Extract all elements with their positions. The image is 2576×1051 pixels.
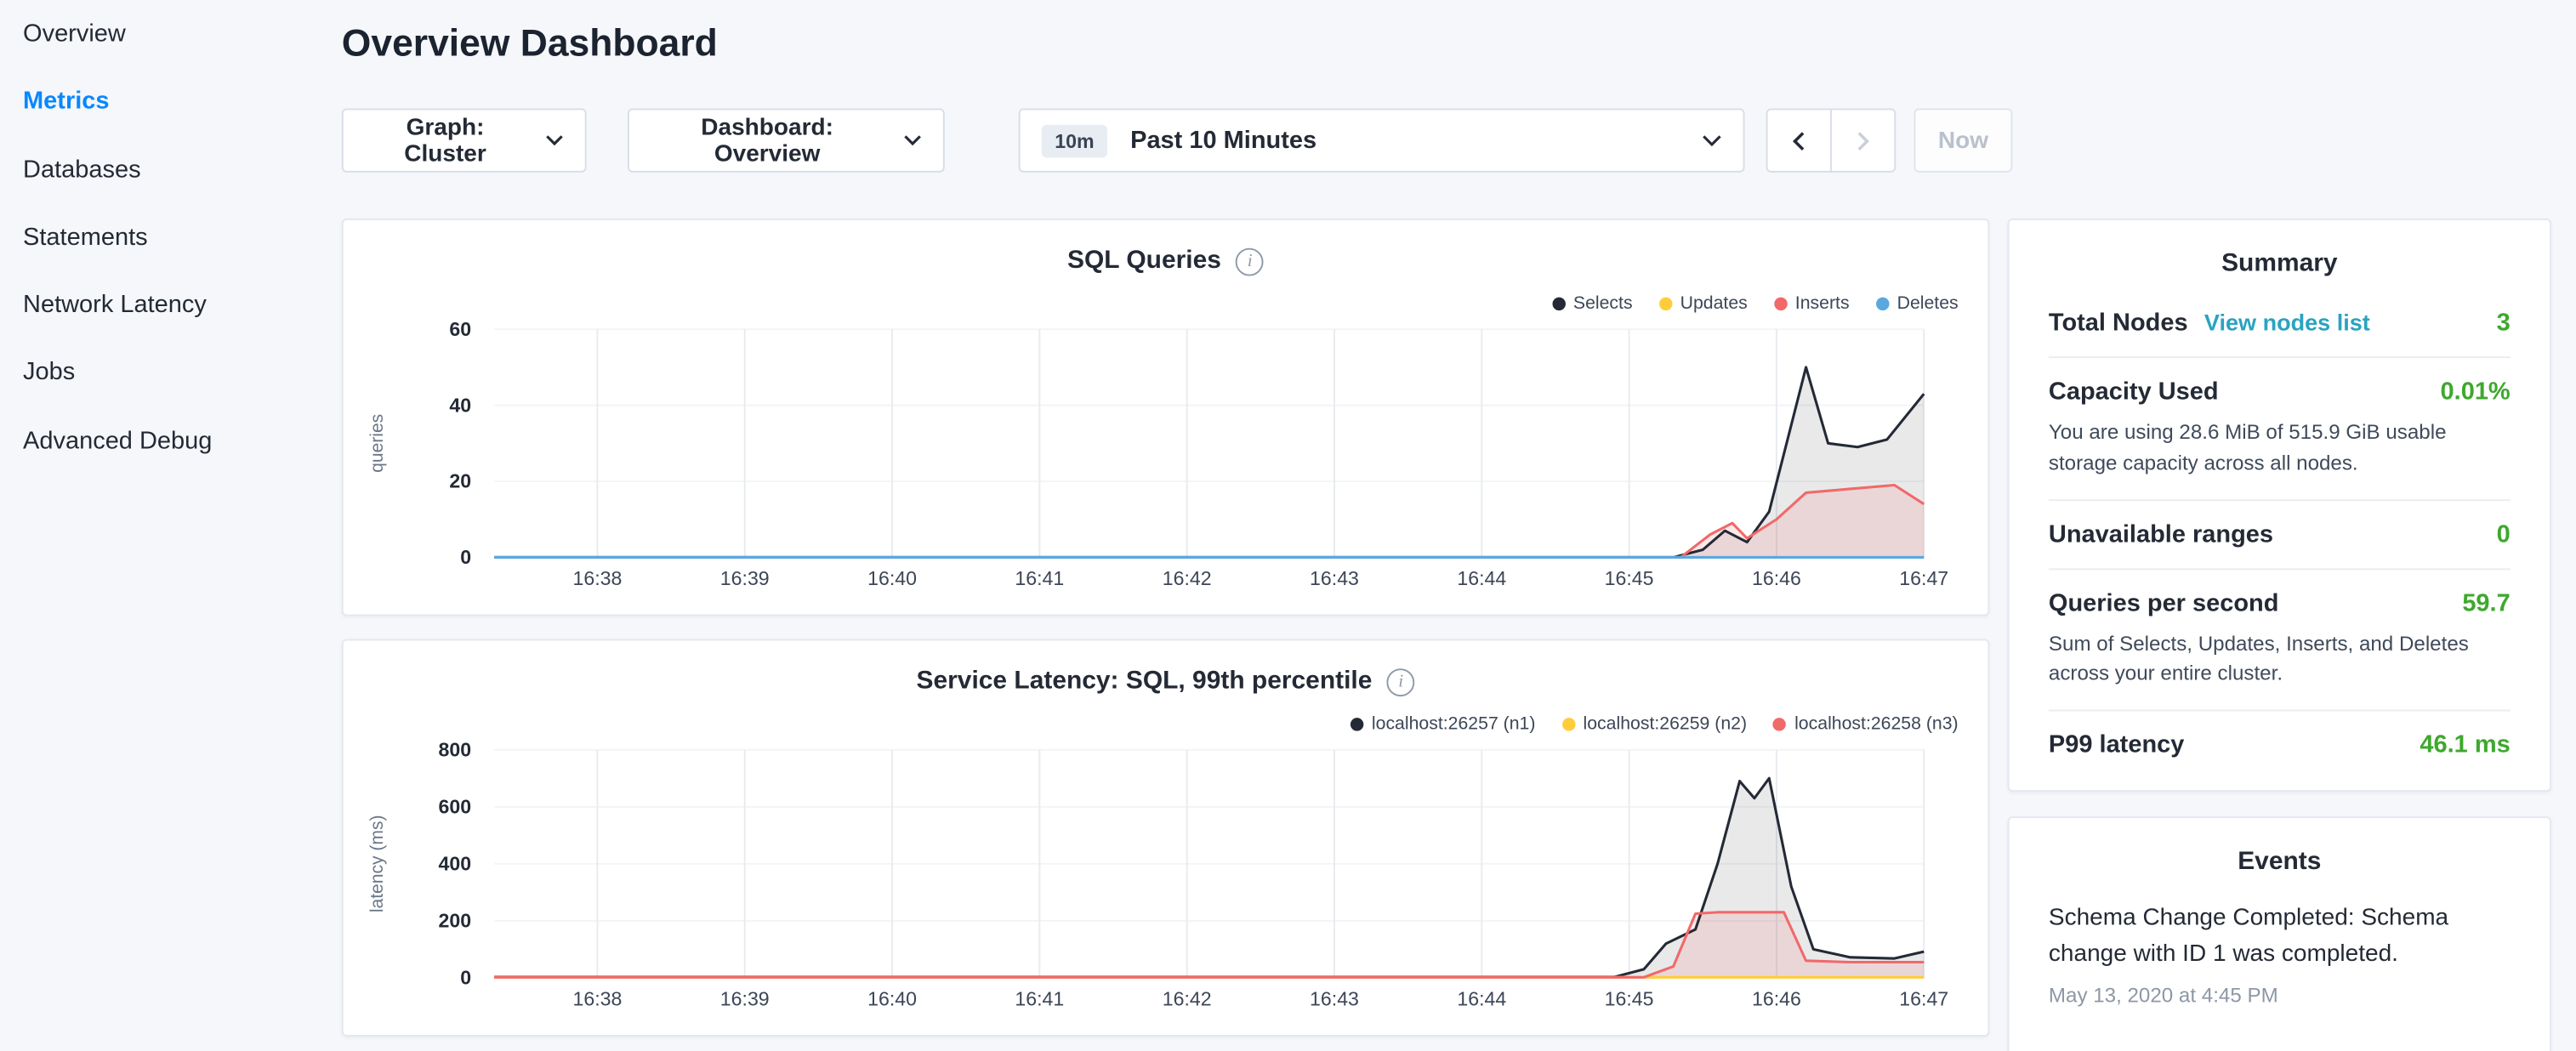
summary-value: 46.1 ms [2420, 731, 2510, 759]
svg-text:16:43: 16:43 [1310, 567, 1359, 589]
summary-label: Capacity Used [2049, 378, 2219, 406]
summary-description: Sum of Selects, Updates, Inserts, and De… [2049, 628, 2511, 690]
summary-value: 0.01% [2441, 378, 2511, 406]
svg-text:16:38: 16:38 [572, 988, 622, 1010]
service-latency-chart-panel: Service Latency: SQL, 99th percentile i … [342, 639, 1990, 1036]
svg-text:40: 40 [449, 394, 471, 416]
svg-text:16:45: 16:45 [1605, 567, 1654, 589]
svg-text:16:40: 16:40 [867, 988, 917, 1010]
svg-text:16:41: 16:41 [1015, 567, 1064, 589]
sidebar-item-overview[interactable]: Overview [0, 0, 316, 68]
svg-text:16:47: 16:47 [1899, 988, 1948, 1010]
time-forward-button[interactable] [1830, 108, 1896, 172]
summary-row-capacity-used: Capacity Used 0.01% You are using 28.6 M… [2049, 356, 2511, 498]
svg-text:latency (ms): latency (ms) [367, 815, 387, 913]
svg-text:16:43: 16:43 [1310, 988, 1359, 1010]
summary-label: Unavailable ranges [2049, 520, 2273, 548]
svg-text:16:42: 16:42 [1163, 988, 1212, 1010]
svg-text:20: 20 [449, 470, 471, 492]
event-timestamp: May 13, 2020 at 4:45 PM [2049, 984, 2511, 1007]
event-text: Schema Change Completed: Schema change w… [2049, 900, 2511, 974]
svg-text:16:39: 16:39 [720, 988, 770, 1010]
sidebar-item-network-latency[interactable]: Network Latency [0, 271, 316, 339]
app: Overview Metrics Databases Statements Ne… [0, 0, 2576, 1051]
chevron-left-icon [1793, 131, 1805, 151]
graph-scope-dropdown[interactable]: Graph: Cluster [342, 108, 587, 172]
chevron-down-icon [1702, 134, 1721, 146]
chevron-down-icon [545, 134, 563, 146]
sidebar-item-jobs[interactable]: Jobs [0, 339, 316, 407]
event-item: Schema Change Completed: Schema change w… [2049, 900, 2511, 1007]
svg-text:0: 0 [460, 967, 471, 989]
chevron-down-icon [903, 134, 921, 146]
summary-value: 0 [2497, 520, 2511, 548]
events-title: Events [2049, 848, 2511, 878]
sql-queries-chart-panel: SQL Queries i Selects Updates Inserts De… [342, 219, 1990, 616]
sidebar-item-statements[interactable]: Statements [0, 203, 316, 271]
sidebar-item-advanced-debug[interactable]: Advanced Debug [0, 407, 316, 475]
summary-row-p99-latency: P99 latency 46.1 ms [2049, 710, 2511, 779]
summary-value: 59.7 [2462, 589, 2510, 617]
page-title: Overview Dashboard [342, 21, 718, 65]
sidebar: Overview Metrics Databases Statements Ne… [0, 0, 316, 1051]
sql-queries-chart-canvas[interactable]: 16:38 16:39 16:40 16:41 16:42 16:43 16:44 16:45… [344, 220, 1988, 615]
summary-title: Summary [2049, 250, 2511, 280]
dashboard-dropdown[interactable]: Dashboard: Overview [628, 108, 945, 172]
summary-label: Total Nodes [2049, 309, 2188, 337]
toolbar: Graph: Cluster Dashboard: Overview 10m P… [342, 108, 2013, 172]
chevron-right-icon [1857, 131, 1869, 151]
view-nodes-list-link[interactable]: View nodes list [2204, 309, 2370, 335]
summary-row-queries-per-second: Queries per second 59.7 Sum of Selects, … [2049, 567, 2511, 709]
summary-description: You are using 28.6 MiB of 515.9 GiB usab… [2049, 418, 2511, 479]
svg-text:16:47: 16:47 [1899, 567, 1948, 589]
summary-row-unavailable-ranges: Unavailable ranges 0 [2049, 498, 2511, 567]
svg-text:16:45: 16:45 [1605, 988, 1654, 1010]
time-range-label: Past 10 Minutes [1130, 127, 1316, 155]
now-button[interactable]: Now [1914, 108, 2013, 172]
sidebar-item-databases[interactable]: Databases [0, 136, 316, 204]
svg-text:800: 800 [439, 738, 472, 760]
svg-text:16:44: 16:44 [1457, 988, 1506, 1010]
summary-value: 3 [2497, 309, 2511, 337]
summary-row-total-nodes: Total Nodes View nodes list 3 [2049, 289, 2511, 356]
svg-text:60: 60 [449, 318, 471, 340]
svg-text:16:40: 16:40 [867, 567, 917, 589]
sidebar-item-metrics[interactable]: Metrics [0, 68, 316, 136]
time-range-badge: 10m [1042, 124, 1107, 157]
time-step-buttons [1766, 108, 1896, 172]
svg-text:16:46: 16:46 [1752, 567, 1801, 589]
svg-text:400: 400 [439, 853, 472, 875]
svg-text:600: 600 [439, 796, 472, 818]
svg-text:16:44: 16:44 [1457, 567, 1506, 589]
service-latency-chart-canvas[interactable]: 16:38 16:39 16:40 16:41 16:42 16:43 16:44 16:45… [344, 640, 1988, 1035]
svg-text:200: 200 [439, 910, 472, 932]
summary-card: Summary Total Nodes View nodes list 3 Ca… [2008, 219, 2551, 792]
summary-label: Queries per second [2049, 589, 2279, 617]
svg-text:16:46: 16:46 [1752, 988, 1801, 1010]
summary-label: P99 latency [2049, 731, 2184, 759]
svg-text:0: 0 [460, 546, 471, 568]
svg-text:16:39: 16:39 [720, 567, 770, 589]
time-range-dropdown[interactable]: 10m Past 10 Minutes [1019, 108, 1745, 172]
graph-scope-label: Graph: Cluster [365, 114, 526, 167]
events-card: Events Schema Change Completed: Schema c… [2008, 816, 2551, 1051]
time-back-button[interactable] [1766, 108, 1832, 172]
svg-text:16:38: 16:38 [572, 567, 622, 589]
svg-text:queries: queries [367, 414, 387, 473]
svg-text:16:41: 16:41 [1015, 988, 1064, 1010]
svg-text:16:42: 16:42 [1163, 567, 1212, 589]
dashboard-label: Dashboard: Overview [651, 114, 884, 167]
